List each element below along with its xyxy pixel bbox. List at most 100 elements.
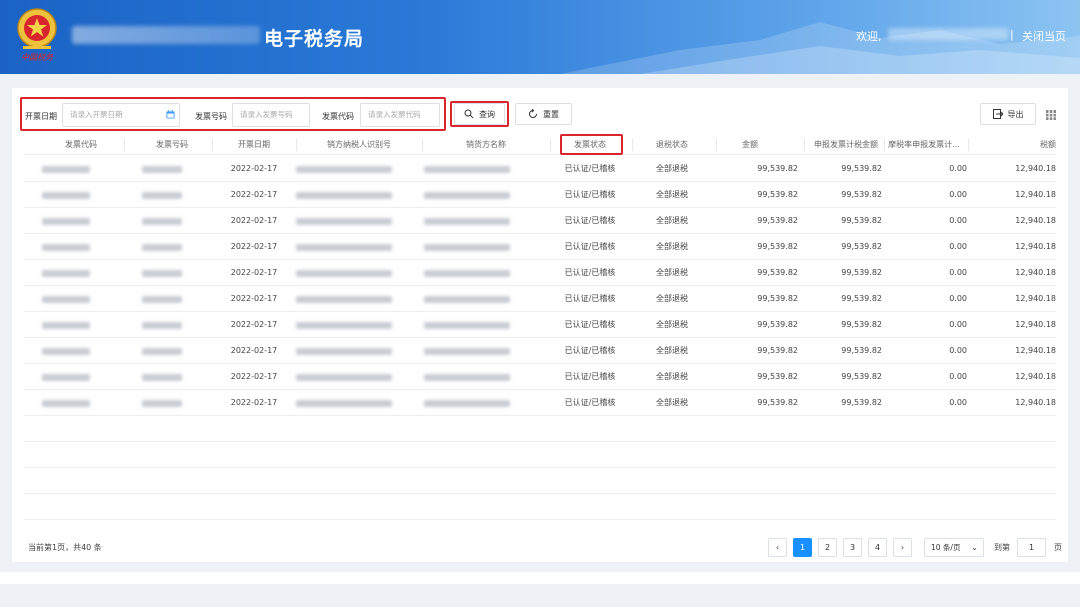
taxable-amount: 99,539.82 <box>841 372 882 381</box>
number-input[interactable]: 请录入发票号码 <box>232 103 310 127</box>
invoice-date: 2022-02-17 <box>230 294 278 303</box>
column-header[interactable]: 金额 <box>714 135 758 155</box>
amount: 99,539.82 <box>757 294 798 303</box>
table-row[interactable]: 2022-02-17 已认证/已稽核 全部退税 99,539.82 99,539.82 0… <box>24 234 1056 260</box>
redacted-cell <box>142 166 182 173</box>
tax-amount: 12,940.18 <box>1015 372 1056 381</box>
date-input[interactable]: 请录入开票日期 <box>62 103 180 127</box>
refund-status: 全部退税 <box>656 398 688 407</box>
invoice-status: 已认证/已稽核 <box>564 190 616 199</box>
invoice-date: 2022-02-17 <box>230 216 278 225</box>
redacted-cell <box>296 296 392 303</box>
column-divider <box>550 139 551 151</box>
redacted-cell <box>142 322 182 329</box>
column-divider <box>632 139 633 151</box>
invoice-status: 已认证/已稽核 <box>564 216 616 225</box>
invoice-date: 2022-02-17 <box>230 346 278 355</box>
query-button[interactable]: 查询 <box>454 103 505 125</box>
page-size-select[interactable]: 10 条/页 ⌄ <box>924 538 984 557</box>
tax-amount: 12,940.18 <box>1015 190 1056 199</box>
query-label: 查询 <box>479 109 495 119</box>
table-row[interactable]: 2022-02-17 已认证/已稽核 全部退税 99,539.82 99,539.82 0… <box>24 390 1056 416</box>
welcome-text: 欢迎, <box>856 30 882 43</box>
goto-page-input[interactable]: 1 <box>1017 538 1046 557</box>
column-header[interactable]: 发票号码 <box>134 135 210 155</box>
page-4-button[interactable]: 4 <box>868 538 887 557</box>
refund-status: 全部退税 <box>656 164 688 173</box>
rate-amount: 0.00 <box>949 268 967 277</box>
tax-amount: 12,940.18 <box>1015 320 1056 329</box>
redacted-cell <box>142 400 182 407</box>
close-page-link[interactable]: 关闭当页 <box>1022 28 1066 44</box>
export-icon <box>992 109 1003 119</box>
code-placeholder: 请录入发票代码 <box>368 110 421 119</box>
table-row[interactable]: 2022-02-17 已认证/已稽核 全部退税 99,539.82 99,539.82 0… <box>24 260 1056 286</box>
invoice-status: 已认证/已稽核 <box>564 398 616 407</box>
column-header[interactable]: 销方纳税人识别号 <box>296 135 422 155</box>
redacted-cell <box>296 244 392 251</box>
column-header[interactable]: 税额 <box>968 135 1056 155</box>
invoice-date: 2022-02-17 <box>230 164 278 173</box>
redacted-cell <box>42 400 90 407</box>
reset-button[interactable]: 重置 <box>515 103 572 125</box>
search-icon <box>464 109 474 119</box>
page-2-button[interactable]: 2 <box>818 538 837 557</box>
invoice-status: 已认证/已稽核 <box>564 346 616 355</box>
table-header: 发票代码 发票号码 开票日期 销方纳税人识别号 销货方名称 发票状态 退税状态 金额 申报发票计… <box>24 135 1056 155</box>
refund-status: 全部退税 <box>656 346 688 355</box>
rate-amount: 0.00 <box>949 242 967 251</box>
table-row[interactable]: 2022-02-17 已认证/已稽核 全部退税 99,539.82 99,539.82 0… <box>24 156 1056 182</box>
column-divider <box>296 139 297 151</box>
redacted-cell <box>424 322 510 329</box>
redacted-cell <box>424 192 510 199</box>
invoice-status: 已认证/已稽核 <box>564 294 616 303</box>
tax-amount: 12,940.18 <box>1015 294 1056 303</box>
column-header[interactable]: 开票日期 <box>214 135 294 155</box>
amount: 99,539.82 <box>757 346 798 355</box>
empty-row <box>24 416 1056 442</box>
tax-amount: 12,940.18 <box>1015 268 1056 277</box>
prev-page-button[interactable]: ‹ <box>768 538 787 557</box>
table-row[interactable]: 2022-02-17 已认证/已稽核 全部退税 99,539.82 99,539.82 0… <box>24 208 1056 234</box>
code-input[interactable]: 请录入发票代码 <box>360 103 440 127</box>
calendar-icon <box>166 110 175 119</box>
page-3-button[interactable]: 3 <box>843 538 862 557</box>
refund-status: 全部退税 <box>656 372 688 381</box>
column-divider <box>968 139 969 151</box>
taxable-amount: 99,539.82 <box>841 294 882 303</box>
table-row[interactable]: 2022-02-17 已认证/已稽核 全部退税 99,539.82 99,539.82 0… <box>24 364 1056 390</box>
taxable-amount: 99,539.82 <box>841 346 882 355</box>
amount: 99,539.82 <box>757 164 798 173</box>
pagination-summary: 当前第1页，共40 条 <box>28 543 102 552</box>
column-header[interactable]: 申报发票计税金额 <box>760 135 878 155</box>
taxable-amount: 99,539.82 <box>841 398 882 407</box>
taxable-amount: 99,539.82 <box>841 242 882 251</box>
table-row[interactable]: 2022-02-17 已认证/已稽核 全部退税 99,539.82 99,539.82 0… <box>24 286 1056 312</box>
invoice-status: 已认证/已稽核 <box>564 372 616 381</box>
rate-amount: 0.00 <box>949 294 967 303</box>
column-header[interactable]: 销货方名称 <box>424 135 548 155</box>
export-button[interactable]: 导出 <box>980 103 1036 125</box>
redacted-cell <box>424 166 510 173</box>
table-row[interactable]: 2022-02-17 已认证/已稽核 全部退税 99,539.82 99,539.82 0… <box>24 182 1056 208</box>
rate-amount: 0.00 <box>949 346 967 355</box>
next-page-button[interactable]: › <box>893 538 912 557</box>
invoice-date: 2022-02-17 <box>230 268 278 277</box>
redacted-cell <box>296 374 392 381</box>
column-header[interactable]: 发票代码 <box>50 135 112 155</box>
grid-icon[interactable] <box>1046 110 1056 120</box>
table-row[interactable]: 2022-02-17 已认证/已稽核 全部退税 99,539.82 99,539.82 0… <box>24 312 1056 338</box>
taxable-amount: 99,539.82 <box>841 164 882 173</box>
invoice-status: 已认证/已稽核 <box>564 242 616 251</box>
table-row[interactable]: 2022-02-17 已认证/已稽核 全部退税 99,539.82 99,539.82 0… <box>24 338 1056 364</box>
invoice-date: 2022-02-17 <box>230 190 278 199</box>
page-1-button[interactable]: 1 <box>793 538 812 557</box>
redacted-cell <box>42 244 90 251</box>
redacted-bureau-name <box>72 26 260 44</box>
export-label: 导出 <box>1007 109 1024 119</box>
tax-amount: 12,940.18 <box>1015 346 1056 355</box>
redacted-cell <box>142 218 182 225</box>
column-header[interactable]: 退税状态 <box>632 135 712 155</box>
page-size-value: 10 条/页 <box>931 543 961 552</box>
column-header[interactable]: 摩税率申报发票计... <box>884 135 964 155</box>
